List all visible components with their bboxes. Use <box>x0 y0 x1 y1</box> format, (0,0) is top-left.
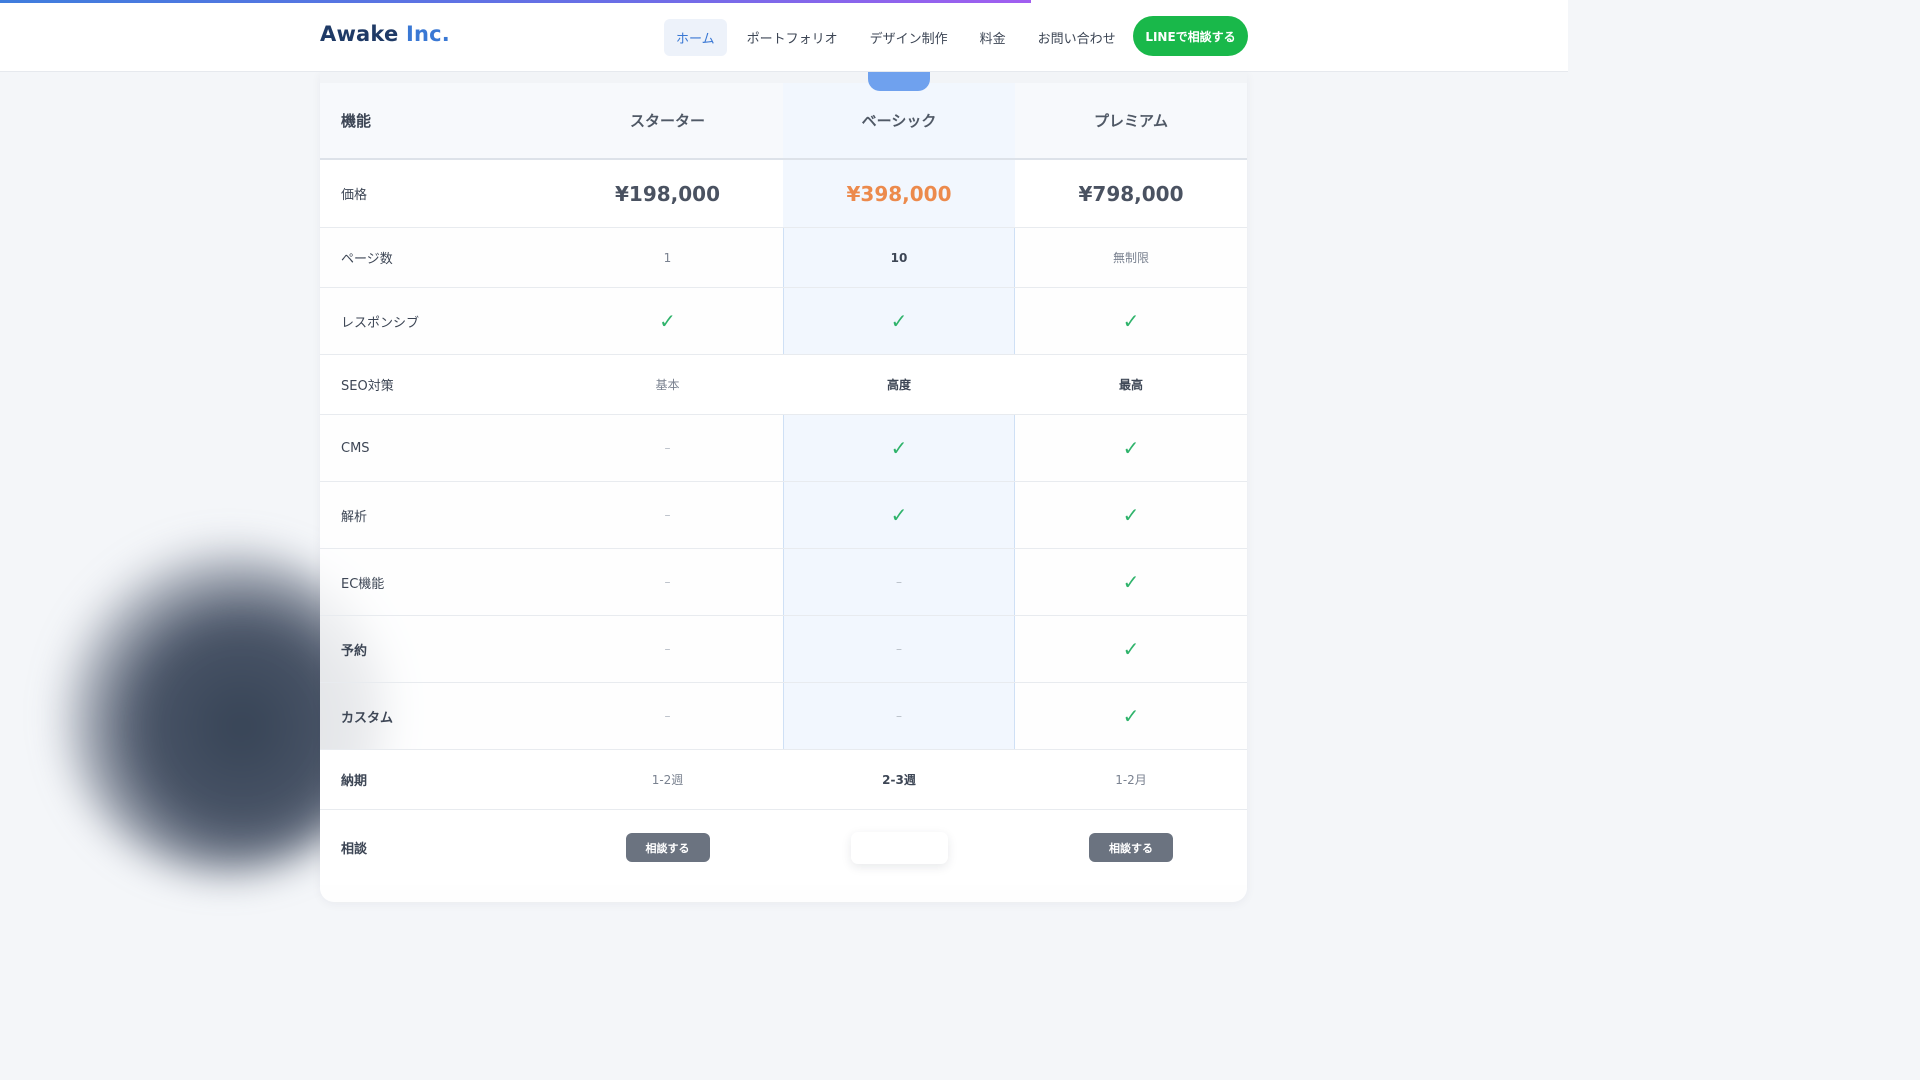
row-label: 価格 <box>341 188 368 203</box>
table-row: EC機能 – – ✓ <box>320 549 1247 616</box>
row-label: 解析 <box>341 509 368 525</box>
dash-icon: – <box>664 441 671 455</box>
row-label: レスポンシブ <box>341 315 420 331</box>
check-icon: ✓ <box>890 436 908 460</box>
logo-text: Awake <box>320 22 399 46</box>
seo-starter: 基本 <box>655 378 680 392</box>
row-label: EC機能 <box>341 576 385 592</box>
nav-design[interactable]: デザイン制作 <box>858 19 960 56</box>
header-premium: プレミアム <box>1094 112 1168 130</box>
scroll-progress-bar <box>0 0 1031 3</box>
table-row: レスポンシブ ✓ ✓ ✓ <box>320 288 1247 355</box>
pages-starter: 1 <box>663 250 672 265</box>
check-icon: ✓ <box>1122 704 1140 728</box>
header-basic: ベーシック <box>783 83 1015 158</box>
check-icon: ✓ <box>659 309 676 333</box>
seo-basic: 高度 <box>886 378 911 392</box>
header-starter: スターター <box>629 112 705 130</box>
consult-cell-basic <box>783 810 1015 885</box>
dash-icon: – <box>664 642 671 656</box>
check-icon: ✓ <box>1122 436 1140 460</box>
check-icon: ✓ <box>1122 637 1140 661</box>
table-row: 納期 1-2週 2-3週 1-2月 <box>320 750 1247 810</box>
table-row: ページ数 1 10 無制限 <box>320 228 1247 288</box>
pages-premium: 無制限 <box>1112 251 1149 265</box>
header-feature: 機能 <box>341 112 372 130</box>
table-row: 解析 – ✓ ✓ <box>320 482 1247 549</box>
nav-home[interactable]: ホーム <box>664 19 727 56</box>
logo-accent-text: Inc. <box>405 22 450 46</box>
check-icon: ✓ <box>890 503 908 527</box>
check-icon: ✓ <box>890 309 908 333</box>
check-icon: ✓ <box>1122 503 1140 527</box>
table-row: 相談 相談する 相談する <box>320 810 1247 885</box>
pages-basic: 10 <box>890 250 908 265</box>
row-label: 予約 <box>341 643 368 659</box>
consult-button-starter[interactable]: 相談する <box>625 833 710 862</box>
price-premium: ¥798,000 <box>1078 181 1184 206</box>
table-row: カスタム – – ✓ <box>320 683 1247 750</box>
nav-contact[interactable]: お問い合わせ <box>1026 19 1128 56</box>
row-label: カスタム <box>341 710 394 726</box>
dash-icon: – <box>664 709 671 723</box>
line-consult-button[interactable]: LINEで相談する <box>1133 16 1248 56</box>
check-icon: ✓ <box>1122 570 1140 594</box>
delivery-starter: 1-2週 <box>651 773 684 787</box>
dash-icon: – <box>896 642 902 656</box>
consult-button-basic[interactable] <box>850 831 948 864</box>
consult-cell-starter: 相談する <box>552 810 783 885</box>
table-row: 予約 – – ✓ <box>320 616 1247 683</box>
recommended-tag <box>868 72 930 91</box>
consult-button-premium[interactable]: 相談する <box>1089 833 1173 862</box>
main-nav: ホーム ポートフォリオ デザイン制作 料金 お問い合わせ <box>664 19 1136 56</box>
card-top-strip <box>320 72 1247 83</box>
table-row: CMS – ✓ ✓ <box>320 415 1247 482</box>
dash-icon: – <box>896 709 902 723</box>
dash-icon: – <box>664 508 671 522</box>
dash-icon: – <box>664 575 671 589</box>
dash-icon: – <box>896 575 902 589</box>
table-row: 価格 ¥198,000 ¥398,000 ¥798,000 <box>320 160 1247 228</box>
pricing-comparison-table: 機能 スターター ベーシック プレミアム 価格 ¥198,000 ¥398,00… <box>320 72 1247 902</box>
table-header-row: 機能 スターター ベーシック プレミアム <box>320 83 1247 160</box>
seo-premium: 最高 <box>1118 378 1143 392</box>
price-starter: ¥198,000 <box>614 181 720 206</box>
table-row: SEO対策 基本 高度 最高 <box>320 355 1247 415</box>
consult-cell-premium: 相談する <box>1015 810 1247 885</box>
row-label: 相談 <box>341 842 368 857</box>
logo[interactable]: Awake Inc. <box>320 22 450 46</box>
row-label: SEO対策 <box>341 379 394 394</box>
price-basic: ¥398,000 <box>783 160 1015 227</box>
delivery-basic: 2-3週 <box>882 773 916 787</box>
nav-portfolio[interactable]: ポートフォリオ <box>735 19 850 56</box>
row-label: 納期 <box>341 774 368 789</box>
site-header: Awake Inc. ホーム ポートフォリオ デザイン制作 料金 お問い合わせ … <box>0 0 1568 72</box>
check-icon: ✓ <box>1122 309 1140 333</box>
row-label: CMS <box>341 440 370 456</box>
delivery-premium: 1-2月 <box>1115 773 1147 787</box>
nav-pricing[interactable]: 料金 <box>968 19 1018 56</box>
row-label: ページ数 <box>341 252 393 267</box>
